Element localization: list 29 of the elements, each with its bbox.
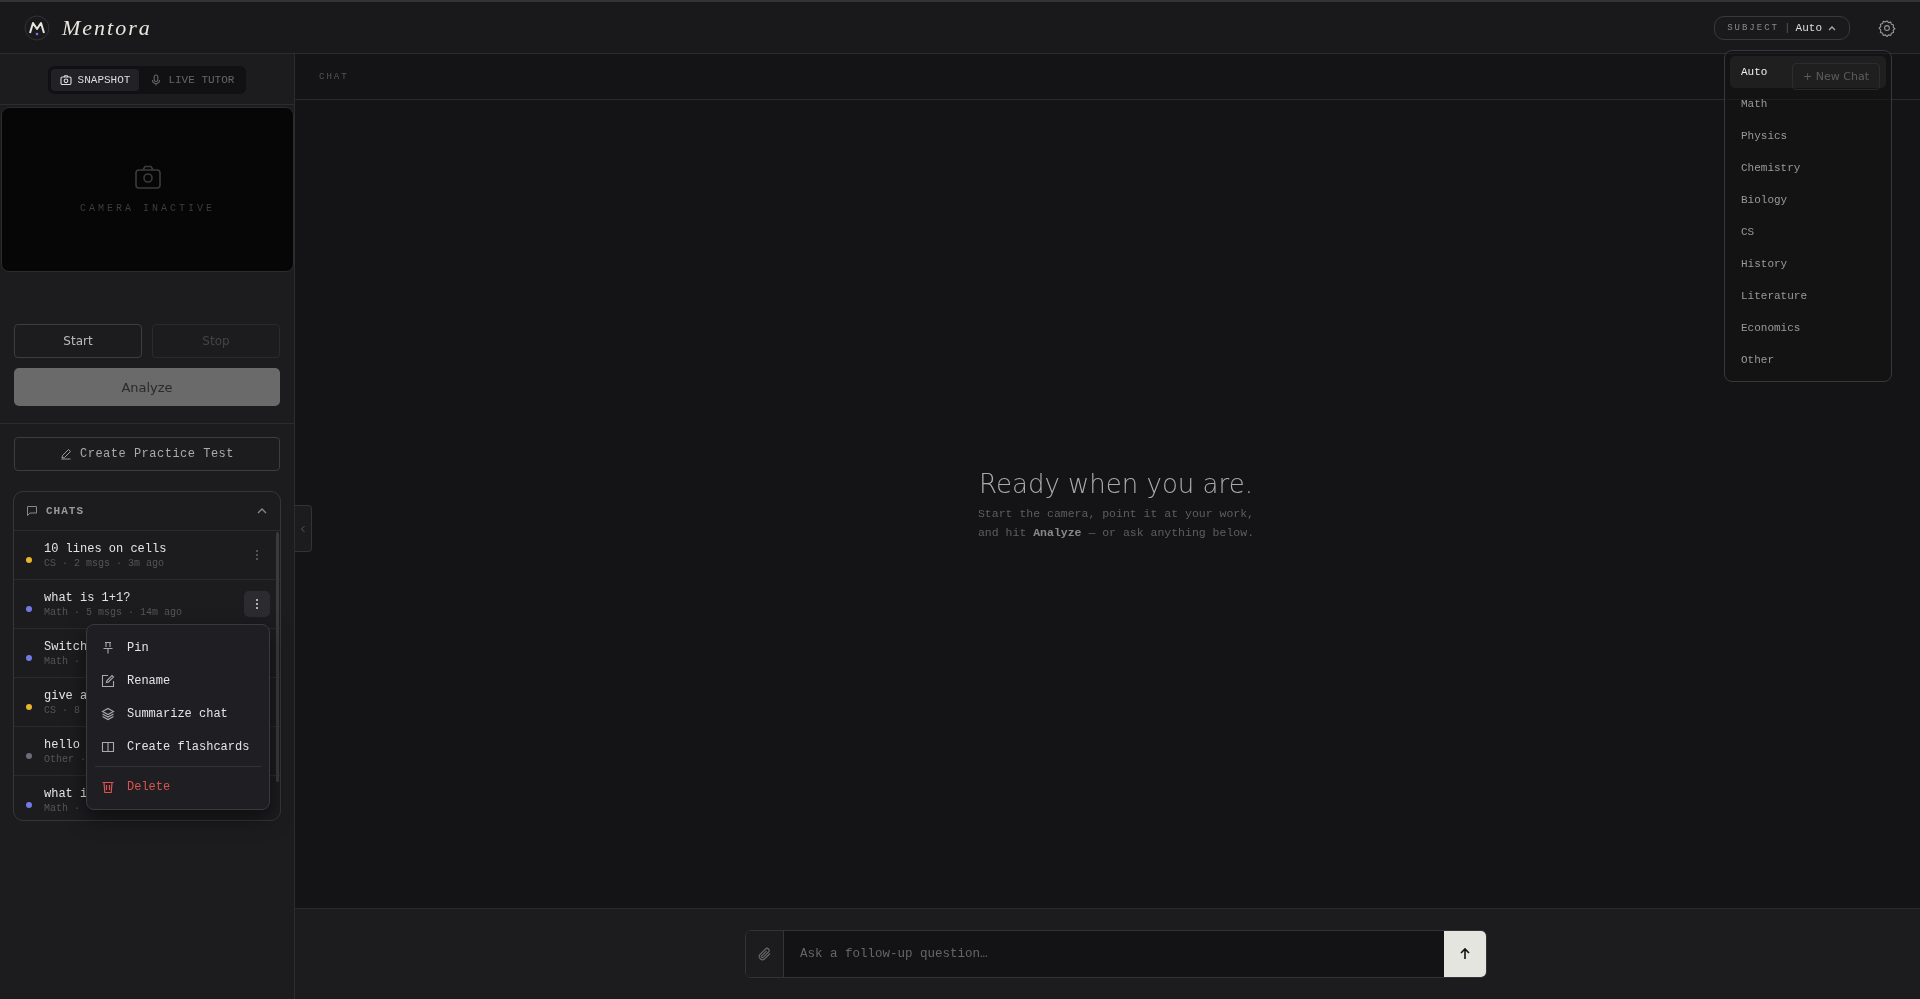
subject-option[interactable]: Other	[1730, 344, 1886, 376]
subject-option[interactable]: Chemistry	[1730, 152, 1886, 184]
start-button[interactable]: Start	[14, 324, 142, 358]
subject-option[interactable]: Economics	[1730, 312, 1886, 344]
chat-title: 10 lines on cells	[44, 541, 167, 556]
subject-option[interactable]: Math	[1730, 88, 1886, 120]
chat-title: Switch	[44, 639, 88, 654]
empty-heading: Ready when you are.	[979, 469, 1253, 499]
mode-tab[interactable]: SNAPSHOT	[50, 69, 140, 91]
chat-title: what is 1+1?	[44, 590, 131, 605]
menu-item[interactable]: Summarize chat	[87, 697, 269, 730]
chat-title: hello	[44, 737, 80, 752]
subject-selector[interactable]: SUBJECT | Auto	[1714, 15, 1850, 40]
chats-title: CHATS	[46, 505, 85, 517]
chat-label: CHAT	[319, 71, 349, 82]
chat-title: give a	[44, 688, 88, 703]
menu-item[interactable]: Pin	[87, 631, 269, 664]
subject-option[interactable]: Biology	[1730, 184, 1886, 216]
practice-test-button[interactable]: Create Practice Test	[14, 437, 280, 471]
menu-item[interactable]: Rename	[87, 664, 269, 697]
menu-item[interactable]: Delete	[87, 770, 269, 803]
menu-item[interactable]: Create flashcards	[87, 730, 269, 763]
subject-option[interactable]: History	[1730, 248, 1886, 280]
app-name: Mentora	[62, 14, 152, 41]
hint-text: and hit Analyze — or ask anything below.	[977, 526, 1255, 539]
subject-option[interactable]: Literature	[1730, 280, 1886, 312]
subject-option[interactable]: CS	[1730, 216, 1886, 248]
subject-option[interactable]: Physics	[1730, 120, 1886, 152]
hint-text: Start the camera, point it at your work,	[977, 507, 1254, 520]
